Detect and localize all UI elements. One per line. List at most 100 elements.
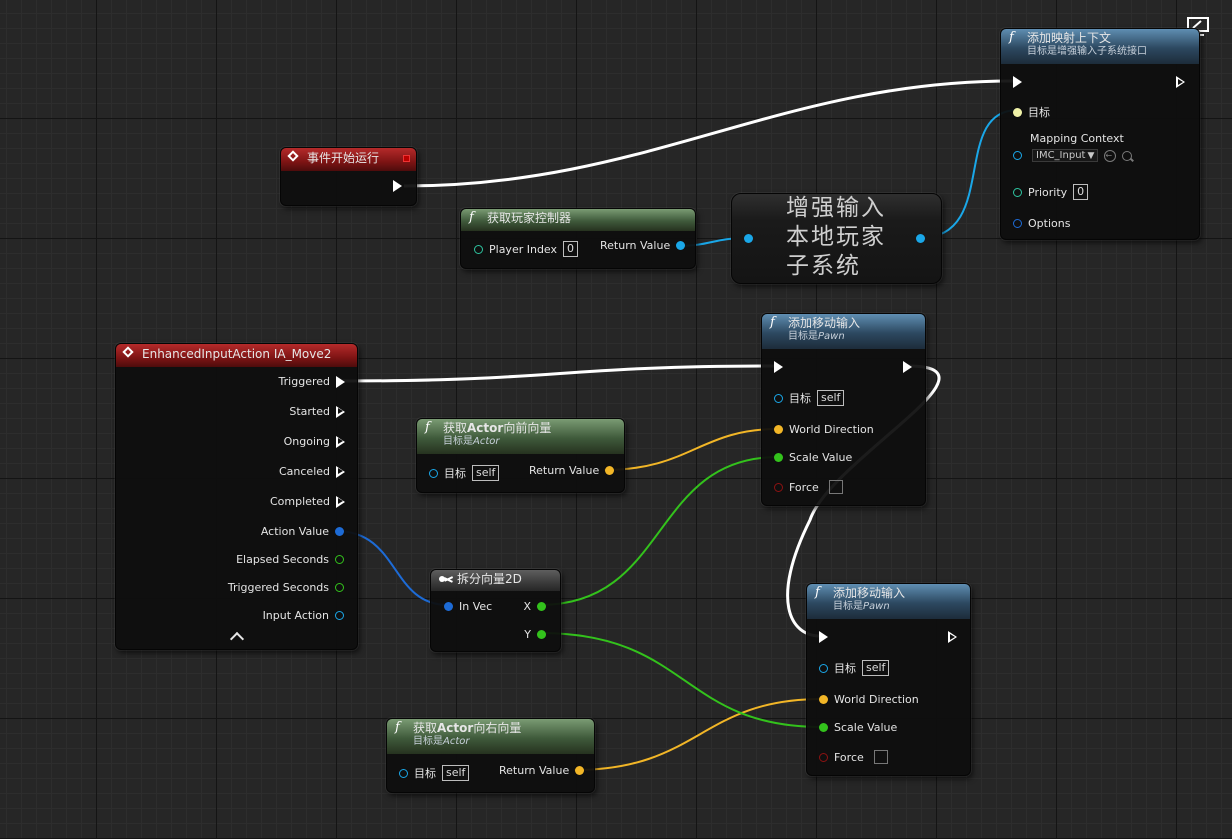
movement-1-target-field[interactable]: self: [817, 390, 845, 406]
mapping-context-pin[interactable]: [1013, 151, 1022, 160]
use-selected-asset-icon[interactable]: ←: [1104, 149, 1117, 162]
movement-2-target-pin[interactable]: [819, 663, 828, 673]
triggered-seconds-pin-row[interactable]: Triggered Seconds: [228, 581, 344, 594]
get-actor-right-vector-node[interactable]: f 获取Actor向右向量 目标是Actor 目标 self Return Va…: [386, 718, 595, 793]
movement-1-world-direction-pin[interactable]: [774, 425, 783, 434]
get-actor-forward-vector-node[interactable]: f 获取Actor向前向量 目标是Actor 目标 self Return Va…: [416, 418, 625, 493]
movement-1-target-pin[interactable]: [774, 393, 783, 403]
controller-return-pin[interactable]: [676, 241, 686, 250]
add-mapping-context-node[interactable]: f 添加映射上下文 目标是增强输入子系统接口 目标 Mapping Contex…: [1000, 28, 1200, 240]
mapping-exec-in[interactable]: [1013, 76, 1022, 88]
right-target-field[interactable]: self: [442, 765, 470, 781]
break-vector-2d-node[interactable]: 拆分向量2D In Vec X Y: [430, 569, 561, 652]
canceled-exec-pin[interactable]: [336, 465, 345, 478]
movement-1-target-pin-row[interactable]: 目标 self: [774, 390, 845, 406]
get-player-controller-header[interactable]: f 获取玩家控制器: [461, 209, 695, 231]
exec-pin-out[interactable]: [903, 361, 912, 373]
priority-pin-row[interactable]: Priority 0: [1013, 184, 1089, 200]
elapsed-seconds-pin[interactable]: [335, 555, 344, 564]
y-pin[interactable]: [537, 630, 546, 639]
forward-target-pin-row[interactable]: 目标 self: [429, 465, 500, 481]
movement-1-force-checkbox[interactable]: [828, 480, 843, 494]
begin-play-exec-out[interactable]: [393, 180, 402, 192]
action-value-pin-row[interactable]: Action Value: [261, 525, 344, 538]
mapping-context-pin-row[interactable]: IMC_Input ▼ ←: [1013, 149, 1135, 162]
triggered-exec-pin[interactable]: [336, 375, 345, 388]
movement-2-force-row[interactable]: Force: [819, 750, 888, 764]
in-vec-pin-row[interactable]: In Vec: [444, 600, 492, 613]
options-pin-row[interactable]: Options: [1013, 217, 1070, 230]
right-return-pin[interactable]: [575, 766, 585, 775]
exec-pin-out[interactable]: [948, 631, 957, 643]
exec-pin-out[interactable]: [1176, 76, 1185, 88]
get-forward-header[interactable]: f 获取Actor向前向量 目标是Actor: [417, 419, 624, 454]
ongoing-exec-pin[interactable]: [336, 435, 345, 448]
player-index-pin[interactable]: [474, 244, 483, 254]
subsystem-output-pin[interactable]: [916, 234, 925, 243]
triggered-seconds-pin[interactable]: [335, 583, 344, 592]
exec-pin-out[interactable]: [393, 180, 402, 192]
movement-2-world-direction-row[interactable]: World Direction: [819, 693, 919, 706]
started-exec-pin[interactable]: [336, 405, 345, 418]
add-movement-2-header[interactable]: f 添加移动输入 目标是Pawn: [807, 584, 970, 619]
break-vector-header[interactable]: 拆分向量2D: [431, 570, 560, 591]
browse-search-icon[interactable]: [1122, 150, 1135, 162]
event-begin-play-header[interactable]: 事件开始运行: [281, 148, 416, 171]
action-value-pin[interactable]: [335, 527, 344, 536]
mapping-context-dropdown[interactable]: IMC_Input ▼: [1032, 149, 1099, 162]
movement-2-target-field[interactable]: self: [862, 660, 890, 676]
x-pin-row[interactable]: X: [523, 600, 546, 613]
exec-pin-in[interactable]: [1013, 76, 1022, 88]
movement-2-world-direction-pin[interactable]: [819, 695, 828, 704]
input-action-header[interactable]: EnhancedInputAction IA_Move2: [116, 344, 357, 367]
priority-pin[interactable]: [1013, 187, 1022, 197]
movement-1-world-direction-row[interactable]: World Direction: [774, 423, 874, 436]
forward-target-field[interactable]: self: [472, 465, 500, 481]
options-pin[interactable]: [1013, 219, 1022, 228]
exec-pin-in[interactable]: [774, 361, 783, 373]
completed-pin-row[interactable]: Completed: [270, 495, 345, 508]
triggered-pin-row[interactable]: Triggered: [279, 375, 345, 388]
right-return-pin-row[interactable]: Return Value: [499, 764, 585, 777]
get-player-controller-node[interactable]: f 获取玩家控制器 Player Index 0 Return Value: [460, 208, 696, 269]
canceled-pin-row[interactable]: Canceled: [279, 465, 345, 478]
enhanced-input-subsystem-node[interactable]: 增强输入 本地玩家 子系统: [731, 193, 942, 284]
get-right-header[interactable]: f 获取Actor向右向量 目标是Actor: [387, 719, 594, 754]
enhanced-input-action-node[interactable]: EnhancedInputAction IA_Move2 Triggered S…: [115, 343, 358, 650]
event-begin-play-node[interactable]: 事件开始运行: [280, 147, 417, 206]
add-movement-input-node-2[interactable]: f 添加移动输入 目标是Pawn 目标 self World Direction…: [806, 583, 971, 776]
movement-1-scale-value-row[interactable]: Scale Value: [774, 451, 852, 464]
movement-2-target-pin-row[interactable]: 目标 self: [819, 660, 890, 676]
mapping-target-pin-row[interactable]: 目标: [1013, 104, 1050, 120]
exec-pin-in[interactable]: [819, 631, 828, 643]
mapping-target-pin[interactable]: [1013, 107, 1022, 117]
started-pin-row[interactable]: Started: [289, 405, 345, 418]
movement-1-scale-value-pin[interactable]: [774, 453, 783, 462]
collapse-arrow-icon[interactable]: [229, 631, 245, 647]
movement-1-force-pin[interactable]: [774, 482, 783, 492]
right-target-pin-row[interactable]: 目标 self: [399, 765, 470, 781]
ongoing-pin-row[interactable]: Ongoing: [284, 435, 345, 448]
forward-target-pin[interactable]: [429, 468, 438, 478]
forward-return-pin-row[interactable]: Return Value: [529, 464, 615, 477]
movement-1-exec-in[interactable]: [774, 361, 783, 373]
add-movement-input-node-1[interactable]: f 添加移动输入 目标是Pawn 目标 self World Direction…: [761, 313, 926, 506]
movement-2-scale-value-pin[interactable]: [819, 723, 828, 732]
movement-1-exec-out[interactable]: [903, 361, 912, 373]
elapsed-seconds-pin-row[interactable]: Elapsed Seconds: [236, 553, 344, 566]
priority-field[interactable]: 0: [1073, 184, 1089, 200]
movement-2-force-pin[interactable]: [819, 752, 828, 762]
player-index-field[interactable]: 0: [563, 241, 579, 257]
player-index-pin-row[interactable]: Player Index 0: [474, 241, 579, 257]
forward-return-pin[interactable]: [605, 466, 615, 475]
movement-2-force-checkbox[interactable]: [873, 750, 888, 764]
right-target-pin[interactable]: [399, 768, 408, 778]
input-action-pin-row[interactable]: Input Action: [263, 609, 344, 622]
input-action-pin[interactable]: [335, 611, 344, 620]
completed-exec-pin[interactable]: [336, 495, 345, 508]
mapping-exec-out[interactable]: [1176, 76, 1185, 88]
x-pin[interactable]: [537, 602, 546, 611]
movement-1-force-row[interactable]: Force: [774, 480, 843, 494]
subsystem-input-pin[interactable]: [744, 234, 753, 243]
movement-2-scale-value-row[interactable]: Scale Value: [819, 721, 897, 734]
